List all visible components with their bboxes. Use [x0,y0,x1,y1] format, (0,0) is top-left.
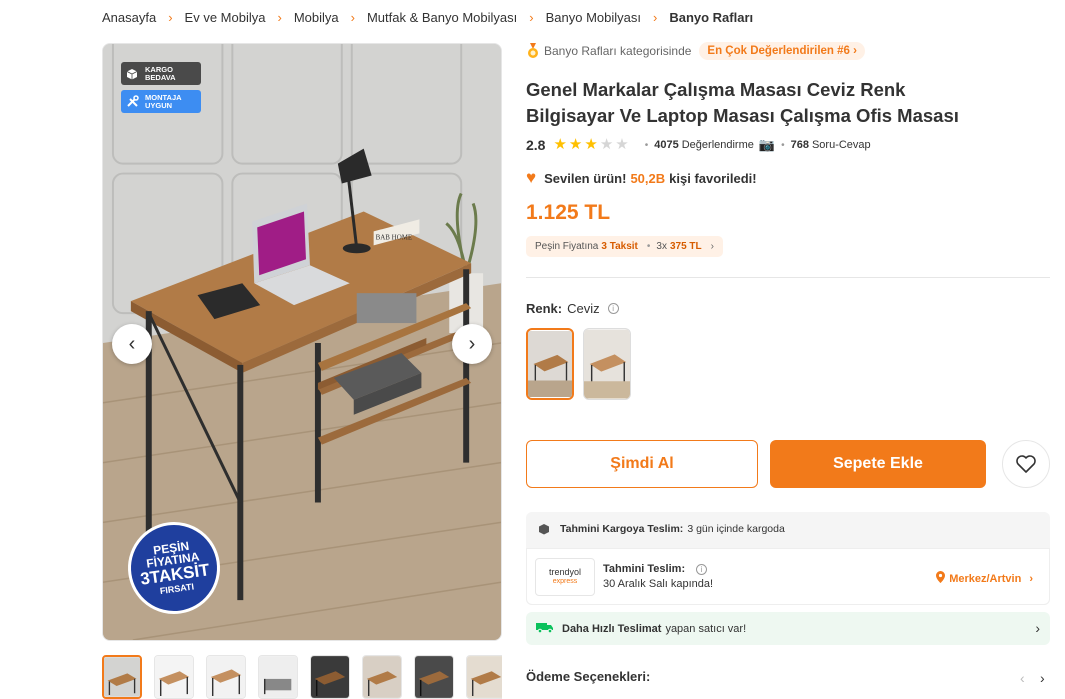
payment-options-title: Ödeme Seçenekleri: [526,669,651,684]
payment-next-button[interactable]: › [1040,670,1045,686]
category-rank: Banyo Rafları kategorisinde En Çok Değer… [526,42,865,60]
trendyol-express-logo: trendyol express [535,558,595,596]
thumbnail[interactable] [206,655,246,699]
image-next-button[interactable]: › [452,324,492,364]
thumbnail[interactable] [310,655,350,699]
medal-icon [528,43,538,58]
svg-text:BAB HOME: BAB HOME [376,233,413,241]
tools-icon [125,95,139,109]
color-variant-option[interactable] [526,328,574,400]
color-variants [526,328,631,400]
free-shipping-badge: KARGO BEDAVA [121,62,201,85]
product-main-image[interactable]: BAB HOME KARGO BEDAVA MONTAJA UYGUN ‹ › PE… [102,43,502,641]
star-icon: ★ [584,136,598,153]
rating-value: 2.8 [526,137,546,153]
chevron-right-icon: › [1029,572,1033,585]
payment-prev-button[interactable]: ‹ [1020,670,1025,686]
chevron-right-icon: › [168,10,173,25]
truck-icon [536,621,554,636]
chevron-right-icon: › [350,10,355,25]
location-pin-icon [936,571,946,586]
chevron-right-icon: › [529,10,534,25]
thumbnail-strip [102,655,502,699]
divider [526,277,1050,278]
breadcrumb-item-current[interactable]: Banyo Rafları [669,10,753,25]
thumbnail[interactable] [102,655,142,699]
cargo-estimate: Tahmini Kargoya Teslim: 3 gün içinde kar… [538,523,785,535]
favorite-button[interactable] [1002,440,1050,488]
thumbnail[interactable] [362,655,402,699]
rating-stars: ★ ★ ★ ★ ★ [553,137,628,153]
rank-link[interactable]: En Çok Değerlendirilen #6 › [699,42,865,60]
breadcrumb-item[interactable]: Anasayfa [102,10,156,25]
qa-link[interactable]: 768 Soru-Cevap [791,139,871,151]
chevron-right-icon: › [710,241,714,252]
color-variant-option[interactable] [583,328,631,400]
installment-info[interactable]: Peşin Fiyatına 3 Taksit • 3x 375 TL › [526,236,723,257]
breadcrumb-item[interactable]: Mobilya [294,10,339,25]
delivery-estimate-row[interactable]: trendyol express Tahmini Teslim: i 30 Ar… [526,548,1050,605]
chevron-right-icon: › [468,332,476,355]
chevron-right-icon: › [853,45,857,57]
star-icon: ★ [599,136,614,153]
brand-link[interactable]: Genel Markalar [526,79,659,100]
favorite-info: ♥ Sevilen ürün! 50,2B kişi favoriledi! [526,168,757,187]
star-icon: ★ [553,136,567,153]
thumbnail[interactable] [466,655,502,699]
buy-now-button[interactable]: Şimdi Al [526,440,758,488]
product-price: 1.125 TL [526,201,611,224]
thumbnail[interactable] [414,655,454,699]
star-icon: ★ [568,136,583,153]
heart-outline-icon [1016,455,1036,473]
package-icon [539,524,549,535]
review-count-link[interactable]: 4075 Değerlendirme [654,139,754,151]
rating-summary: 2.8 ★ ★ ★ ★ ★ • 4075 Değerlendirme 📷 • 768 Sor… [526,136,871,154]
breadcrumb-item[interactable]: Mutfak & Banyo Mobilyası [367,10,517,25]
info-icon[interactable]: i [696,564,708,575]
camera-icon: 📷 [758,137,776,152]
chevron-left-icon: ‹ [128,332,136,355]
heart-icon: ♥ [526,168,537,187]
thumbnail[interactable] [154,655,194,699]
delivery-info: Tahmini Kargoya Teslim: 3 gün içinde kar… [526,512,1050,605]
star-icon: ★ [615,136,629,153]
product-title: Genel Markalar Çalışma Masası Ceviz Renk… [526,77,996,129]
chevron-right-icon: › [1035,620,1040,636]
breadcrumb-item[interactable]: Ev ve Mobilya [185,10,266,25]
box-icon [125,67,139,81]
color-selector-label: Renk: Ceviz i [526,301,619,316]
thumbnail[interactable] [258,655,298,699]
delivery-location-link[interactable]: Merkez/Artvin › [936,571,1033,586]
image-prev-button[interactable]: ‹ [112,324,152,364]
chevron-right-icon: › [652,10,658,25]
breadcrumb-item[interactable]: Banyo Mobilyası [546,10,641,25]
chevron-right-icon: › [277,10,282,25]
faster-delivery-banner[interactable]: Daha Hızlı Teslimat yapan satıcı var! › [526,612,1050,645]
add-to-cart-button[interactable]: Sepete Ekle [770,440,986,488]
info-icon[interactable]: i [607,303,619,314]
assembly-badge: MONTAJA UYGUN [121,90,201,113]
breadcrumb: Anasayfa › Ev ve Mobilya › Mobilya › Mut… [102,10,753,25]
